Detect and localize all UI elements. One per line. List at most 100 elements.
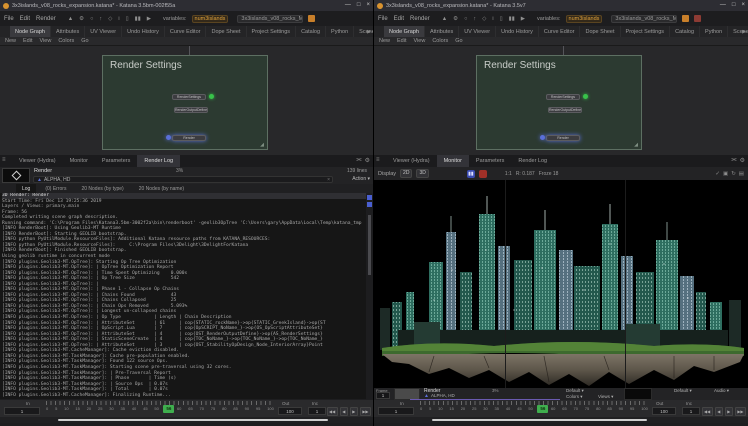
scene-name-field[interactable]: 3x3islands_v08_rocks_M (237, 15, 303, 23)
maximize-button[interactable]: □ (357, 0, 361, 11)
toolbar-icon[interactable]: ▲ (67, 16, 74, 22)
panel-tab[interactable]: Render Log (511, 155, 554, 167)
node-graph-menu-item[interactable]: Colors (432, 38, 448, 44)
pane-tab[interactable]: Project Settings (247, 26, 297, 37)
timeline-scroll-strip[interactable] (0, 417, 373, 423)
close-button[interactable]: × (741, 0, 745, 11)
transport-button[interactable]: ◀◀ (327, 407, 338, 416)
frame-ruler[interactable]: 0510152025303540455055606570758085909510… (420, 401, 648, 416)
audio-dropdown[interactable]: Audio ▾ (714, 388, 729, 394)
panel-tab[interactable]: Render Log (137, 155, 180, 167)
timeline-scrollbar-thumb[interactable] (58, 419, 328, 421)
tabbar-overflow[interactable]: ▶ (367, 26, 371, 37)
pane-tab[interactable]: Curve Editor (165, 26, 207, 37)
toolbar-icon[interactable]: ⚙ (452, 16, 459, 22)
pane-tab[interactable]: Python (326, 26, 354, 37)
timeline-scrollbar-thumb[interactable] (432, 419, 647, 421)
toolbar-icon[interactable]: ▶ (520, 16, 526, 22)
2d-button[interactable]: 2D (400, 169, 412, 178)
node-graph-menu-item[interactable]: Go (455, 38, 462, 44)
timeline-scroll-strip[interactable] (374, 417, 748, 423)
pane-tab[interactable]: Dope Sheet (580, 26, 620, 37)
tab-overflow-icon[interactable]: ▶ (367, 29, 371, 35)
edited-node-indicator[interactable] (166, 135, 171, 140)
monitor-tool-icon[interactable]: ✓ (715, 171, 720, 177)
action-dropdown[interactable]: Action ▾ (352, 176, 370, 182)
backdrop-resize-handle[interactable]: ◢ (260, 142, 264, 148)
pin-icon[interactable]: ⫘ (356, 157, 361, 164)
current-frame-marker[interactable]: 56 (163, 405, 174, 413)
pane-tab[interactable]: UV Viewer (459, 26, 496, 37)
toolbar-icon[interactable]: ⚙ (78, 16, 85, 22)
panel-menu-icon[interactable]: ≡ (2, 157, 6, 163)
toolbar-icon[interactable]: ↑ (472, 16, 477, 22)
stop-indicator-icon[interactable] (694, 15, 701, 22)
backdrop-resize-handle[interactable]: ◢ (634, 142, 638, 148)
frame-ruler[interactable]: 0510152025303540455055606570758085909510… (46, 401, 274, 416)
3d-button[interactable]: 3D (416, 169, 428, 178)
toolbar-icon[interactable]: ▮▮ (134, 16, 142, 22)
transport-button[interactable]: ▶▶ (360, 407, 371, 416)
pane-tab[interactable]: Dope Sheet (206, 26, 246, 37)
panel-tab[interactable]: Monitor (63, 155, 95, 167)
node-graph-menu-item[interactable]: View (40, 38, 52, 44)
node-graph-menu-item[interactable]: New (5, 38, 16, 44)
toolbar-icon[interactable]: ○ (89, 16, 94, 22)
panel-tab[interactable]: Viewer (Hydra) (386, 155, 437, 167)
toolbar-icon[interactable]: ▯ (499, 16, 504, 22)
toolbar-icon[interactable]: ▶ (146, 16, 152, 22)
monitor-viewport[interactable] (374, 180, 748, 388)
panel-tab[interactable]: Parameters (95, 155, 137, 167)
minimize-button[interactable]: — (720, 0, 726, 11)
toolbar-icon[interactable]: i (117, 16, 120, 22)
render-node[interactable]: Render (546, 135, 580, 141)
panel-tab[interactable]: Parameters (469, 155, 511, 167)
tabbar-overflow[interactable]: ▶ (742, 26, 746, 37)
pane-tab[interactable]: Undo History (122, 26, 165, 37)
render-log-output[interactable]: 3D Render: RenderStart Time: Fri Dec 13 … (0, 193, 366, 399)
toolbar-icon[interactable]: ▯ (125, 16, 130, 22)
render-output-define-node[interactable]: RenderOutputDefine (548, 107, 582, 113)
pane-tab[interactable]: Node Graph (10, 26, 51, 37)
pane-tab[interactable]: Catalog (670, 26, 700, 37)
render-indicator-icon[interactable] (308, 15, 315, 22)
pause-button[interactable]: ▮▮ (467, 170, 475, 178)
render-thumbnail[interactable] (2, 168, 30, 183)
node-graph-canvas[interactable]: Render Settings ◢ RenderSettings RenderO… (374, 46, 748, 155)
toolbar-icon[interactable]: i (491, 16, 494, 22)
pane-tab[interactable]: UV Viewer (85, 26, 122, 37)
viewed-node-indicator[interactable] (209, 94, 214, 99)
monitor-tool-icon[interactable]: ▣ (723, 171, 728, 177)
inc-field[interactable]: 1 (308, 407, 326, 415)
monitor-tool-icon[interactable]: ↻ (731, 171, 736, 177)
toolbar-icon[interactable]: ▮▮ (508, 16, 516, 22)
log-subtab[interactable]: 20 Nodes (by type) (75, 184, 129, 193)
panel-gear-icon[interactable]: ⚙ (740, 157, 745, 164)
transport-button[interactable]: ◀◀ (702, 407, 713, 416)
pane-tab[interactable]: Catalog (296, 26, 326, 37)
toolbar-icon[interactable]: ◇ (107, 16, 113, 22)
render-pass-field[interactable]: ▲ALPHA, HD × (33, 176, 333, 183)
in-frame-field[interactable]: 1 (4, 407, 40, 415)
catalog-thumbnail-2[interactable] (624, 388, 652, 400)
render-indicator-icon[interactable] (682, 15, 689, 22)
pane-tab[interactable]: Attributes (425, 26, 459, 37)
menu-item[interactable]: Render (36, 16, 56, 22)
maximize-button[interactable]: □ (732, 0, 736, 11)
render-node[interactable]: Render (172, 135, 206, 141)
menu-item[interactable]: Edit (394, 16, 404, 22)
node-graph-menu-item[interactable]: Go (81, 38, 88, 44)
transport-button[interactable]: ◀ (715, 407, 723, 416)
inc-field[interactable]: 1 (682, 407, 700, 415)
log-scrollbar[interactable] (366, 193, 373, 399)
scroll-marker-icon[interactable] (367, 202, 372, 207)
title-bar[interactable]: 3x3islands_v08_rocks_expansion.katana* -… (374, 0, 748, 11)
node-graph-menu-item[interactable]: Colors (58, 38, 74, 44)
log-subtab[interactable]: Log (16, 184, 36, 193)
transport-button[interactable]: ▶ (350, 407, 358, 416)
render-output-define-node[interactable]: RenderOutputDefine (174, 107, 208, 113)
minimize-button[interactable]: — (345, 0, 351, 11)
in-frame-field[interactable]: 1 (378, 407, 414, 415)
pane-tab[interactable]: Node Graph (384, 26, 425, 37)
scrollbar-thumb[interactable] (368, 215, 371, 275)
